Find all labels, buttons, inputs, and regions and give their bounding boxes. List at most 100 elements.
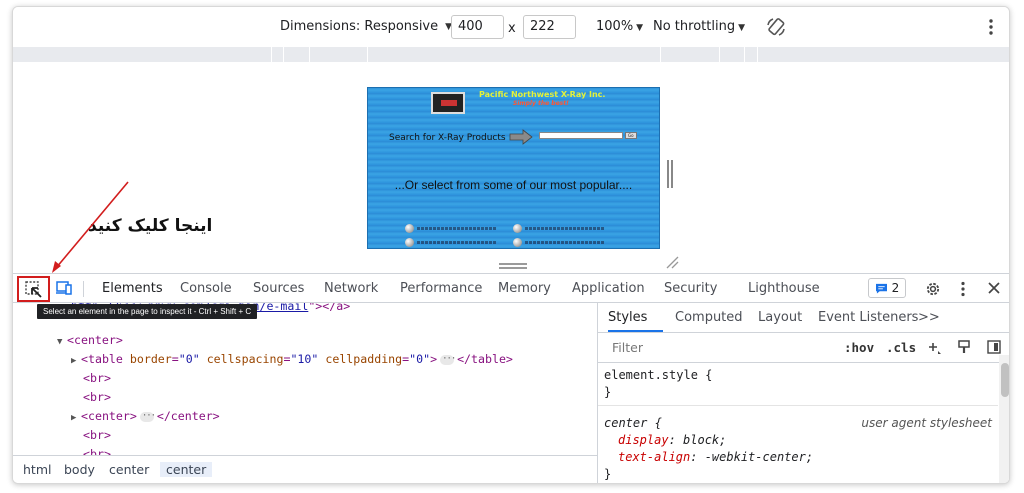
tab-sources[interactable]: Sources xyxy=(253,281,304,296)
product-link[interactable] xyxy=(513,237,605,247)
devtools-tabbar: Elements Console Sources Network Perform… xyxy=(13,273,1009,303)
tab-memory[interactable]: Memory xyxy=(498,281,551,296)
ellipsis-icon[interactable] xyxy=(139,407,155,426)
media-query-ruler[interactable] xyxy=(13,47,1009,62)
rule-element-style[interactable]: element.style { } xyxy=(598,363,998,406)
viewport-width-handle[interactable] xyxy=(667,160,673,188)
breadcrumb-center[interactable]: center xyxy=(107,462,151,477)
css-value[interactable]: -webkit-center; xyxy=(705,450,813,464)
css-property[interactable]: display xyxy=(618,433,669,447)
paint-brush-icon[interactable] xyxy=(956,339,972,355)
dom-tag-text: <br> xyxy=(83,390,111,404)
rule-center[interactable]: center { user agent stylesheet display: … xyxy=(598,406,998,483)
scrollbar-thumb[interactable] xyxy=(1001,363,1009,397)
rule-selector: center { xyxy=(604,416,662,430)
resize-corner-icon[interactable] xyxy=(665,255,679,269)
cls-toggle[interactable]: .cls xyxy=(886,340,916,355)
dom-line[interactable]: <br> xyxy=(83,426,111,445)
dimensions-dropdown[interactable]: Dimensions: Responsive ▼ xyxy=(280,19,452,34)
rule-close: } xyxy=(604,467,612,481)
dom-line[interactable]: ▼ <center> xyxy=(57,331,123,352)
toggle-sidebar-icon[interactable] xyxy=(986,339,1002,355)
collapsed-triangle-icon[interactable]: ▶ xyxy=(71,409,81,428)
issues-badge[interactable]: 2 xyxy=(868,278,906,298)
tab-event-listeners[interactable]: Event Listeners xyxy=(818,310,918,325)
tab-computed[interactable]: Computed xyxy=(675,310,743,325)
dom-tag-text: </table> xyxy=(457,352,513,366)
more-tabs-icon[interactable]: >> xyxy=(918,310,940,325)
search-label: Search for X-Ray Products xyxy=(389,133,506,143)
devtools-more-icon[interactable] xyxy=(959,280,967,298)
rotate-icon[interactable] xyxy=(765,16,787,38)
dom-line[interactable]: <br> xyxy=(83,445,111,455)
breadcrumb-html[interactable]: html xyxy=(21,462,53,477)
close-icon[interactable] xyxy=(986,280,1002,296)
tab-security[interactable]: Security xyxy=(664,281,717,296)
breadcrumb-center-selected[interactable]: center xyxy=(160,462,213,477)
tab-elements[interactable]: Elements xyxy=(102,281,163,296)
tab-styles[interactable]: Styles xyxy=(608,310,647,325)
caret-down-icon: ▼ xyxy=(738,23,745,33)
product-link[interactable] xyxy=(405,237,497,247)
zoom-dropdown[interactable]: 100% ▼ xyxy=(596,19,643,34)
elements-tree: http://www.pnwx.com/cgi-bin/e-mail"></a>… xyxy=(13,303,597,455)
styles-filter-row: Filter :hov .cls xyxy=(598,333,1009,363)
rule-close: } xyxy=(604,385,612,399)
css-property[interactable]: text-align xyxy=(618,450,690,464)
tab-application[interactable]: Application xyxy=(572,281,645,296)
inspect-tooltip: Select an element in the page to inspect… xyxy=(37,304,258,319)
dom-attr-value: "0" xyxy=(178,352,200,366)
throttling-dropdown[interactable]: No throttling ▼ xyxy=(653,19,745,34)
tab-performance[interactable]: Performance xyxy=(400,281,482,296)
device-viewport: Pacific Northwest X-Ray Inc. Simply the … xyxy=(13,62,1009,273)
tab-console[interactable]: Console xyxy=(180,281,232,296)
more-options-icon[interactable] xyxy=(985,16,997,38)
hov-toggle[interactable]: :hov xyxy=(844,340,874,355)
bullet-icon xyxy=(513,223,522,233)
tab-network[interactable]: Network xyxy=(324,281,378,296)
tab-layout[interactable]: Layout xyxy=(758,310,802,325)
dimension-separator: x xyxy=(508,21,516,36)
page-search-input[interactable] xyxy=(539,132,623,139)
page-search-button[interactable]: Go xyxy=(625,132,637,139)
page-search-button-label: Go xyxy=(628,133,634,138)
styles-filter-input[interactable]: Filter xyxy=(606,337,816,359)
width-input[interactable]: 400 xyxy=(451,15,504,39)
breadcrumb-body[interactable]: body xyxy=(62,462,97,477)
expanded-triangle-icon[interactable]: ▼ xyxy=(57,333,67,352)
device-toggle-icon[interactable] xyxy=(55,280,73,296)
settings-gear-icon[interactable] xyxy=(924,280,942,298)
new-style-rule-icon[interactable] xyxy=(926,339,942,355)
bullet-icon xyxy=(513,237,522,247)
toolbar-divider xyxy=(83,281,84,297)
dom-attr-name: cellpadding xyxy=(325,352,403,366)
dom-line[interactable]: ▶ <table border="0" cellspacing="10" cell… xyxy=(71,350,513,371)
collapsed-triangle-icon[interactable]: ▶ xyxy=(71,352,81,371)
dom-tag-text: > xyxy=(430,352,438,366)
viewport-height-handle[interactable] xyxy=(499,263,527,269)
ellipsis-icon[interactable] xyxy=(440,350,455,369)
css-value[interactable]: block; xyxy=(683,433,726,447)
dimensions-label: Dimensions: Responsive xyxy=(280,19,439,34)
caret-down-icon: ▼ xyxy=(636,23,644,33)
inspect-element-button[interactable] xyxy=(17,276,50,302)
rule-source: user agent stylesheet xyxy=(861,416,992,430)
dom-line[interactable]: <br> xyxy=(83,369,111,388)
tab-lighthouse[interactable]: Lighthouse xyxy=(748,281,820,296)
product-link[interactable] xyxy=(513,223,605,233)
product-link[interactable] xyxy=(405,223,497,233)
inspect-icon xyxy=(25,281,42,298)
styles-scrollbar[interactable] xyxy=(999,355,1009,483)
dom-line[interactable]: <br> xyxy=(83,388,111,407)
active-tab-indicator xyxy=(608,330,663,332)
throttling-value: No throttling xyxy=(653,19,736,34)
annotation-label: اینجا کلیک کنید xyxy=(88,216,213,236)
dom-line[interactable]: ▶<center> </center> xyxy=(71,407,220,428)
zoom-value: 100% xyxy=(596,19,634,34)
site-tagline: Simply the best! xyxy=(513,100,569,107)
dom-attr-value: "10" xyxy=(290,352,319,366)
height-input[interactable]: 222 xyxy=(523,15,576,39)
dom-attr-value: "0" xyxy=(409,352,431,366)
issues-count: 2 xyxy=(891,281,900,295)
dom-tag-text: <br> xyxy=(83,428,111,442)
